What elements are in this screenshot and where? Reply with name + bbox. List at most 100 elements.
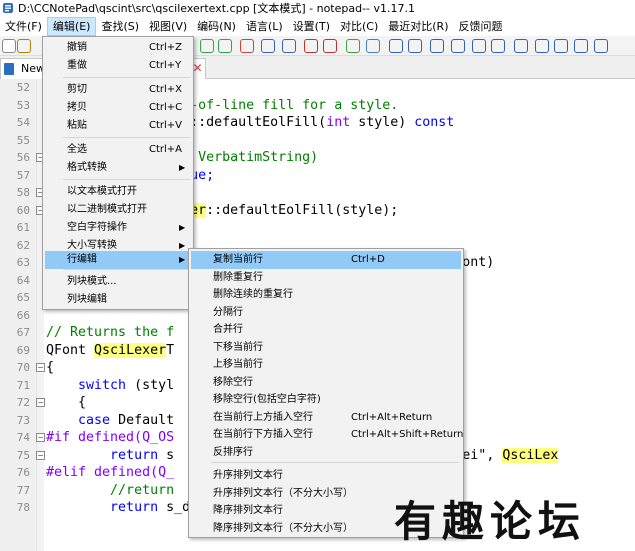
script-icon[interactable] (574, 39, 588, 53)
edit-menu-item-3[interactable]: 拷贝 Ctrl+C (45, 99, 191, 117)
menu-item-shortcut: Ctrl+Alt+Return (351, 411, 433, 423)
eraser-icon[interactable] (323, 39, 337, 53)
redo-icon[interactable] (218, 39, 232, 53)
new-file-icon[interactable] (2, 39, 16, 53)
line-menu-item-12[interactable]: 升序排列文本行 (191, 467, 461, 485)
edit-menu-item-12[interactable]: 列块模式... (45, 273, 191, 291)
line-menu-item-3[interactable]: 分隔行 (191, 304, 461, 322)
menu-item-9[interactable]: 反馈问题 (454, 17, 508, 36)
line-menu-item-6[interactable]: 上移当前行 (191, 356, 461, 374)
clear-bookmark-icon[interactable] (366, 39, 380, 53)
line-number: 78 (16, 501, 30, 514)
edit-menu-item-6[interactable]: 格式转换 ▶ (45, 159, 191, 177)
indent-guide-icon[interactable] (430, 39, 444, 53)
edit-menu-item-13[interactable]: 列块编辑 (45, 291, 191, 309)
open-folder-icon[interactable] (17, 39, 31, 53)
code-text: #elif defined(Q_ (46, 464, 174, 482)
edit-menu-item-9[interactable]: 空白字符操作 ▶ (45, 219, 191, 237)
code-text: //return (46, 482, 174, 500)
line-menu-item-5[interactable]: 下移当前行 (191, 339, 461, 357)
edit-menu-item-11[interactable]: 行编辑 ▶ (45, 251, 191, 269)
find-icon[interactable] (240, 39, 254, 53)
menu-item-label: 格式转换 (67, 162, 107, 173)
brackets-icon[interactable] (594, 39, 608, 53)
menu-item-label: 降序排列文本行 (213, 505, 283, 516)
edit-menu-item-4[interactable]: 粘贴 Ctrl+V (45, 117, 191, 135)
edit-menu-item-2[interactable]: 剪切 Ctrl+X (45, 81, 191, 99)
edit-menu-item-5[interactable]: 全选 Ctrl+A (45, 141, 191, 159)
menu-separator (63, 179, 191, 180)
undo-icon[interactable] (200, 39, 214, 53)
menu-item-label: 以二进制模式打开 (67, 204, 147, 215)
code-token: QsciLexer (94, 342, 167, 358)
code-token: //return (110, 482, 175, 498)
menu-item-shortcut: Ctrl+Y (149, 60, 182, 71)
pilcrow-icon[interactable] (408, 39, 422, 53)
prev-icon[interactable] (451, 39, 465, 53)
compare-icon[interactable] (491, 39, 505, 53)
screen-icon[interactable] (554, 39, 568, 53)
line-number: 75 (16, 448, 30, 462)
submenu-arrow-icon: ▶ (179, 223, 186, 232)
zoom-out-icon[interactable] (282, 39, 296, 53)
menu-item-label: 上移当前行 (213, 359, 263, 370)
line-number: 70 (16, 361, 30, 374)
code-token: int (326, 115, 351, 130)
line-number: 55 (16, 133, 30, 147)
menu-item-label: 在当前行下方插入空行 (213, 429, 313, 440)
menu-item-3[interactable]: 视图(V) (144, 17, 192, 36)
watermark: 有趣论坛 (394, 497, 587, 546)
line-menu-item-11[interactable]: 反排序行 (191, 444, 461, 462)
code-token: // Returns the f (46, 325, 175, 340)
line-menu-item-8[interactable]: 移除空行(包括空白字符) (191, 391, 461, 409)
line-number: 66 (16, 308, 30, 322)
menu-item-8[interactable]: 最近对比(R) (383, 17, 453, 36)
line-number: 69 (16, 343, 30, 357)
edit-menu-item-8[interactable]: 以二进制模式打开 (45, 201, 191, 219)
menu-item-1[interactable]: 编辑(E) (46, 17, 97, 36)
menu-item-0[interactable]: 文件(F) (0, 17, 47, 36)
menu-bar: 文件(F) 编辑(E) 查找(S) 视图(V) 编码(N) 语言(L) 设置(T) 对比(C)… (0, 17, 635, 36)
edit-menu-item-0[interactable]: 撤销 Ctrl+Z (45, 39, 191, 57)
line-menu-item-9[interactable]: 在当前行上方插入空行 Ctrl+Alt+Return (191, 409, 461, 427)
split-icon[interactable] (514, 39, 528, 53)
line-number: 67 (16, 326, 30, 339)
line-number: 72 (16, 396, 30, 409)
bookmark-icon[interactable] (346, 39, 360, 53)
edit-menu-item-1[interactable]: 重做 Ctrl+Y (45, 57, 191, 75)
next-icon[interactable] (472, 39, 486, 53)
edit-menu-item-7[interactable]: 以文本模式打开 (45, 183, 191, 201)
menu-item-4[interactable]: 编码(N) (192, 17, 241, 36)
menu-separator (63, 77, 191, 78)
fold-toggle-icon[interactable]: − (36, 398, 45, 407)
fold-toggle-icon[interactable]: − (36, 363, 45, 372)
menu-item-label: 复制当前行 (213, 254, 263, 265)
fold-toggle-icon[interactable]: − (36, 450, 45, 460)
menu-item-label: 反排序行 (213, 446, 253, 458)
code-text: #if defined(Q_OS (46, 429, 174, 447)
fold-toggle-icon[interactable]: − (36, 433, 45, 442)
title-bar: D:\CCNotePad\qscint\src\qscilexertext.cp… (0, 0, 635, 16)
menu-item-shortcut: Ctrl+X (149, 84, 183, 95)
zoom-in-icon[interactable] (261, 39, 275, 53)
line-menu-item-1[interactable]: 删除重复行 (191, 269, 461, 287)
line-menu-item-7[interactable]: 移除空行 (191, 374, 461, 392)
menu-item-7[interactable]: 对比(C) (335, 17, 383, 36)
line-menu-item-0[interactable]: 复制当前行 Ctrl+D (191, 251, 461, 269)
line-number: 60 (16, 203, 30, 217)
line-number: 56 (16, 151, 30, 164)
menu-item-2[interactable]: 查找(S) (96, 17, 144, 36)
menu-item-5[interactable]: 语言(L) (241, 17, 288, 36)
columns-icon[interactable] (535, 39, 549, 53)
menu-item-6[interactable]: 设置(T) (288, 17, 335, 36)
code-token: d-of-line fill for a style. (182, 97, 399, 113)
line-menu-item-4[interactable]: 合并行 (191, 321, 461, 339)
line-menu-item-10[interactable]: 在当前行下方插入空行 Ctrl+Alt+Shift+Return (191, 426, 463, 444)
line-menu-item-2[interactable]: 删除连续的重复行 (191, 286, 461, 304)
submenu-arrow-icon: ▶ (179, 163, 186, 172)
wrap-icon[interactable] (389, 39, 403, 53)
line-number: 71 (16, 378, 30, 392)
marker-icon[interactable] (304, 39, 318, 53)
